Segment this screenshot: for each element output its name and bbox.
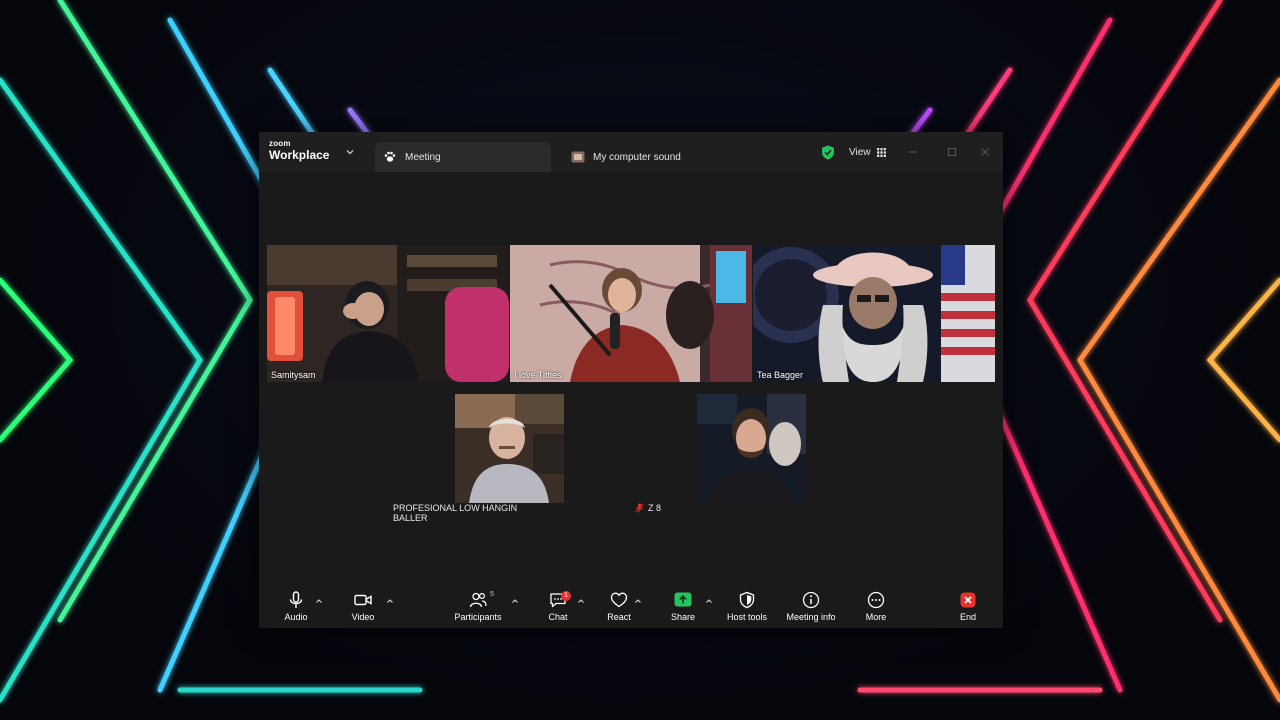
participants-button[interactable]: Participants [448, 591, 508, 625]
more-label: More [865, 612, 887, 622]
video-tile[interactable] [455, 394, 564, 503]
end-label: End [959, 612, 976, 622]
chevron-up-icon[interactable] [386, 597, 394, 605]
participant-name: I love Titties [514, 370, 562, 380]
participant-video [510, 245, 752, 382]
chat-label: Chat [548, 612, 568, 622]
more-button[interactable]: More [846, 591, 906, 625]
zoom-meeting-window: zoom Workplace Meeting My computer sound… [259, 132, 1003, 628]
share-label: Share [670, 612, 696, 622]
view-button[interactable]: View [843, 142, 892, 162]
tab-computer-sound-label: My computer sound [593, 151, 681, 163]
video-tile[interactable]: Samitysam [267, 245, 509, 382]
participant-name: Tea Bagger [757, 370, 804, 380]
tab-computer-sound[interactable]: My computer sound [565, 142, 725, 172]
participant-name-label: Z 8 [635, 503, 695, 513]
microphone-icon [289, 591, 303, 608]
chevron-down-icon[interactable] [345, 147, 355, 157]
desktop-background: zoom Workplace Meeting My computer sound… [0, 0, 1280, 720]
participant-video [753, 245, 995, 382]
minimize-icon[interactable] [905, 144, 921, 160]
mic-muted-icon [635, 503, 644, 513]
participant-video [697, 394, 806, 503]
host-tools-label: Host tools [726, 612, 768, 622]
chevron-up-icon[interactable] [705, 597, 713, 605]
participant-name: Z 8 [648, 503, 662, 513]
view-label: View [849, 146, 871, 158]
heart-icon [610, 592, 628, 608]
title-bar: zoom Workplace Meeting My computer sound… [259, 132, 1003, 172]
tab-meeting-label: Meeting [405, 151, 441, 163]
brand-bottom: Workplace [269, 148, 330, 162]
participant-video [455, 394, 564, 503]
participants-icon [469, 592, 487, 608]
shield-check-icon[interactable] [821, 145, 835, 160]
brand-top: zoom [269, 139, 291, 148]
chevron-up-icon[interactable] [634, 597, 642, 605]
maximize-icon[interactable] [944, 144, 960, 160]
more-icon [867, 591, 885, 609]
paw-icon [384, 151, 396, 162]
shield-icon [739, 591, 755, 609]
participants-count: 5 [490, 591, 494, 598]
tab-meeting[interactable]: Meeting [375, 142, 551, 172]
video-button[interactable]: Video [333, 591, 393, 625]
video-label: Video [351, 612, 375, 622]
video-tile[interactable]: I love Titties [510, 245, 752, 382]
chevron-up-icon[interactable] [315, 597, 323, 605]
speaker-thumbnail-icon [571, 151, 585, 163]
participant-name: PROFESIONAL LOW HANGIN BALLER [393, 503, 518, 523]
participants-label: Participants [454, 612, 502, 622]
chevron-up-icon[interactable] [577, 597, 585, 605]
video-gallery: Samitysam I love Titties Tea Bagger PROF… [259, 172, 1003, 585]
end-meeting-icon [960, 592, 976, 608]
chat-unread-badge: 1 [561, 591, 571, 601]
share-button[interactable]: Share [653, 591, 713, 625]
meeting-info-button[interactable]: Meeting info [781, 591, 841, 625]
participant-name: Samitysam [271, 370, 316, 380]
host-tools-button[interactable]: Host tools [717, 591, 777, 625]
video-tile[interactable]: Tea Bagger [753, 245, 995, 382]
grid-icon [876, 147, 886, 157]
participant-video [267, 245, 509, 382]
close-icon[interactable] [977, 144, 993, 160]
share-screen-icon [674, 592, 692, 607]
react-label: React [607, 612, 631, 622]
video-camera-icon [354, 594, 372, 606]
meeting-info-label: Meeting info [786, 612, 836, 622]
info-icon [802, 591, 820, 609]
audio-label: Audio [284, 612, 308, 622]
chevron-up-icon[interactable] [511, 597, 519, 605]
end-button[interactable]: End [938, 591, 998, 625]
zoom-workplace-logo[interactable]: zoom Workplace [269, 139, 330, 162]
participant-name-label: PROFESIONAL LOW HANGIN BALLER [393, 503, 553, 523]
video-tile[interactable] [697, 394, 806, 503]
meeting-toolbar: Audio Video Participants 5 Chat 1 React … [259, 585, 1003, 628]
